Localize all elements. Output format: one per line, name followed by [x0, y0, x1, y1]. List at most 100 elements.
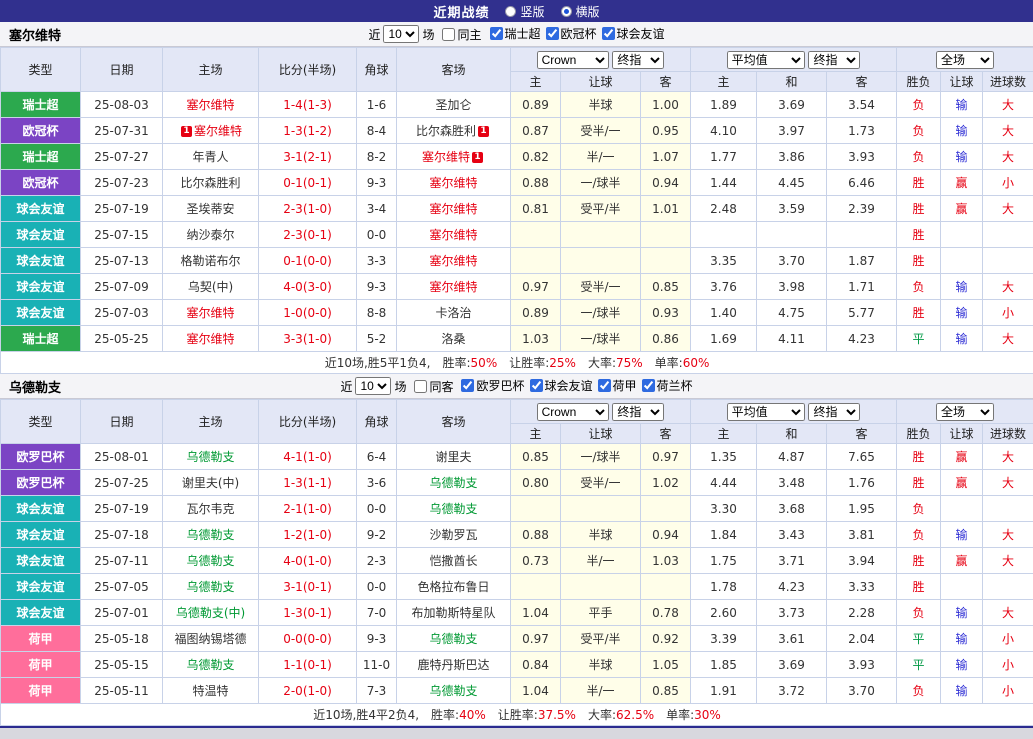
match-score[interactable]: 1-3(1-1): [258, 469, 357, 496]
league-checkbox[interactable]: [529, 379, 543, 392]
match-score[interactable]: 4-1(1-0): [258, 443, 357, 470]
match-score[interactable]: 0-1(0-1): [258, 169, 357, 196]
layout-horizontal-radio[interactable]: 横版: [560, 3, 600, 20]
league-type-badge[interactable]: 荷甲: [0, 625, 81, 652]
league-type-badge[interactable]: 瑞士超: [0, 143, 81, 170]
team-name[interactable]: 塞尔维特: [186, 306, 234, 320]
team-name[interactable]: 乌德勒支: [186, 580, 234, 594]
league-type-badge[interactable]: 欧冠杯: [0, 117, 81, 144]
team-name[interactable]: 乌德勒支: [429, 632, 477, 646]
match-score[interactable]: 1-3(1-2): [258, 117, 357, 144]
league-checkbox[interactable]: [461, 379, 475, 392]
final-odds-select[interactable]: 终指: [612, 50, 665, 69]
league-type-badge[interactable]: 瑞士超: [0, 91, 81, 118]
team-name[interactable]: 塞尔维特: [429, 254, 477, 268]
match-score[interactable]: 3-1(2-1): [258, 143, 357, 170]
team-name[interactable]: 塞尔维特: [429, 280, 477, 294]
team-name[interactable]: 特温特: [192, 684, 228, 698]
league-type-badge[interactable]: 欧罗巴杯: [0, 443, 81, 470]
same-venue-filter[interactable]: 同客: [409, 378, 453, 395]
average-select[interactable]: 平均值: [726, 402, 805, 421]
league-type-badge[interactable]: 球会友谊: [0, 495, 81, 522]
league-type-badge[interactable]: 荷甲: [0, 677, 81, 704]
league-type-badge[interactable]: 球会友谊: [0, 547, 81, 574]
league-checkbox[interactable]: [597, 379, 611, 392]
league-type-badge[interactable]: 欧冠杯: [0, 169, 81, 196]
team-name[interactable]: 乌契(中): [188, 280, 233, 294]
team-name[interactable]: 乌德勒支: [186, 528, 234, 542]
match-count-select[interactable]: 10: [383, 25, 420, 43]
match-score[interactable]: 2-3(1-0): [258, 195, 357, 222]
team-name[interactable]: 鹿特丹斯巴达: [417, 658, 489, 672]
league-checkbox[interactable]: [641, 379, 655, 392]
team-name[interactable]: 布加勒斯特星队: [411, 606, 495, 620]
league-type-badge[interactable]: 球会友谊: [0, 521, 81, 548]
team-name[interactable]: 乌德勒支: [429, 502, 477, 516]
match-score[interactable]: 1-0(0-0): [258, 299, 357, 326]
league-type-badge[interactable]: 荷甲: [0, 651, 81, 678]
same-venue-checkbox[interactable]: [442, 27, 456, 41]
final-odds-select[interactable]: 终指: [612, 402, 665, 421]
team-name[interactable]: 塞尔维特: [429, 202, 477, 216]
league-checkbox[interactable]: [601, 27, 615, 40]
filter-league[interactable]: 欧冠杯: [541, 25, 597, 42]
league-type-badge[interactable]: 球会友谊: [0, 247, 81, 274]
team-name[interactable]: 瓦尔韦克: [186, 502, 234, 516]
match-score[interactable]: 3-3(1-0): [258, 325, 357, 352]
team-name[interactable]: 色格拉布鲁日: [417, 580, 489, 594]
average-select[interactable]: 平均值: [726, 50, 805, 69]
team-name[interactable]: 乌德勒支: [186, 554, 234, 568]
team-name[interactable]: 恺撒酋长: [429, 554, 477, 568]
bookmaker-select[interactable]: Crown: [536, 402, 609, 421]
team-name[interactable]: 乌德勒支(中): [176, 606, 245, 620]
match-score[interactable]: 2-1(1-0): [258, 495, 357, 522]
filter-league[interactable]: 欧罗巴杯: [456, 377, 525, 394]
match-score[interactable]: 1-3(0-1): [258, 599, 357, 626]
match-score[interactable]: 2-3(0-1): [258, 221, 357, 248]
average-final-select[interactable]: 终指: [808, 402, 861, 421]
filter-league[interactable]: 荷兰杯: [637, 377, 693, 394]
team-name[interactable]: 塞尔维特: [422, 150, 470, 164]
team-name[interactable]: 塞尔维特: [194, 124, 242, 138]
match-score[interactable]: 3-1(0-1): [258, 573, 357, 600]
team-name[interactable]: 塞尔维特: [429, 176, 477, 190]
filter-league[interactable]: 球会友谊: [525, 377, 593, 394]
team-name[interactable]: 塞尔维特: [429, 228, 477, 242]
team-name[interactable]: 乌德勒支: [429, 684, 477, 698]
team-name[interactable]: 格勒诺布尔: [180, 254, 240, 268]
league-type-badge[interactable]: 球会友谊: [0, 273, 81, 300]
team-name[interactable]: 乌德勒支: [429, 476, 477, 490]
league-type-badge[interactable]: 瑞士超: [0, 325, 81, 352]
team-name[interactable]: 比尔森胜利: [180, 176, 240, 190]
layout-vertical-radio[interactable]: 竖版: [505, 3, 545, 20]
league-type-badge[interactable]: 球会友谊: [0, 195, 81, 222]
team-name[interactable]: 比尔森胜利: [416, 124, 476, 138]
match-score[interactable]: 1-2(1-0): [258, 521, 357, 548]
team-name[interactable]: 圣加仑: [435, 98, 471, 112]
match-score[interactable]: 4-0(1-0): [258, 547, 357, 574]
league-checkbox[interactable]: [545, 27, 559, 40]
team-name[interactable]: 乌德勒支: [186, 450, 234, 464]
match-score[interactable]: 2-0(1-0): [258, 677, 357, 704]
team-name[interactable]: 年青人: [192, 150, 228, 164]
same-venue-filter[interactable]: 同主: [437, 26, 482, 43]
league-type-badge[interactable]: 球会友谊: [0, 573, 81, 600]
match-count-select[interactable]: 10: [355, 377, 392, 395]
team-name[interactable]: 卡洛治: [435, 306, 471, 320]
team-name[interactable]: 沙勒罗瓦: [429, 528, 477, 542]
match-score[interactable]: 1-4(1-3): [258, 91, 357, 118]
match-score[interactable]: 0-1(0-0): [258, 247, 357, 274]
team-name[interactable]: 谢里夫(中): [182, 476, 239, 490]
league-type-badge[interactable]: 球会友谊: [0, 221, 81, 248]
filter-league[interactable]: 球会友谊: [597, 25, 665, 42]
fullmatch-select[interactable]: 全场: [936, 50, 995, 69]
fullmatch-select[interactable]: 全场: [936, 402, 995, 421]
league-checkbox[interactable]: [489, 27, 503, 40]
match-score[interactable]: 1-1(0-1): [258, 651, 357, 678]
league-type-badge[interactable]: 欧罗巴杯: [0, 469, 81, 496]
team-name[interactable]: 圣埃蒂安: [186, 202, 234, 216]
league-type-badge[interactable]: 球会友谊: [0, 299, 81, 326]
same-venue-checkbox[interactable]: [414, 379, 428, 393]
team-name[interactable]: 谢里夫: [435, 450, 471, 464]
team-name[interactable]: 塞尔维特: [186, 332, 234, 346]
